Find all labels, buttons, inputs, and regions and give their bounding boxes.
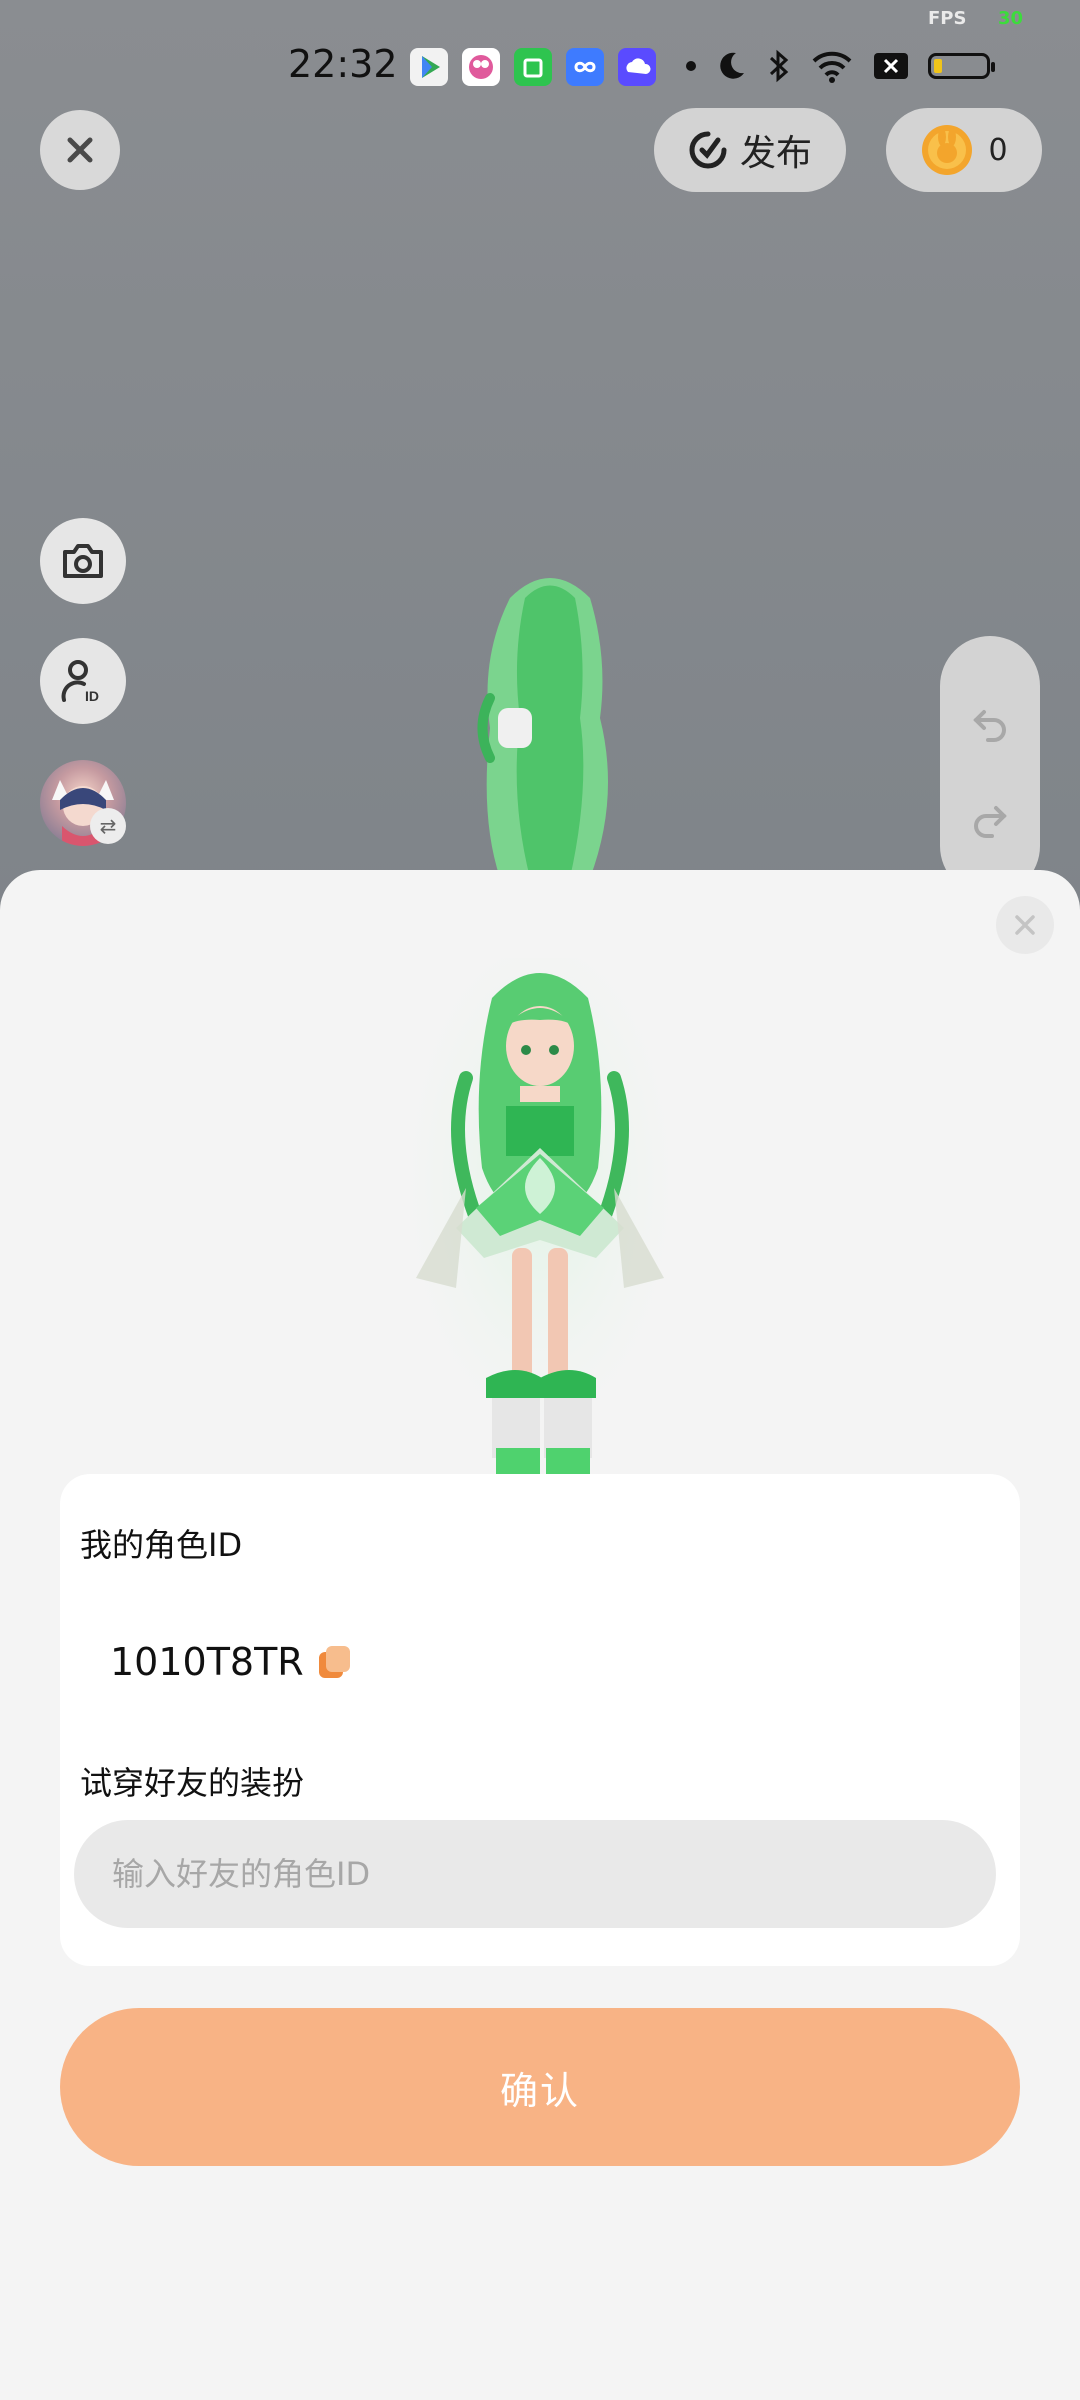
publish-label: 发布	[739, 133, 812, 174]
publish-button[interactable]: 发布	[654, 108, 846, 192]
redo-button[interactable]	[970, 798, 1010, 838]
close-button[interactable]	[40, 110, 120, 190]
undo-button[interactable]	[970, 702, 1010, 742]
dot-icon	[686, 61, 696, 71]
redo-icon	[974, 806, 1007, 838]
battery-icon	[928, 53, 995, 79]
my-character-id-row: 1010T8TR	[110, 1640, 354, 1684]
bluetooth-icon	[769, 49, 789, 83]
confirm-button[interactable]: 确认	[60, 2008, 1020, 2166]
fps-label: FPS	[928, 8, 967, 29]
user-id-icon: ID	[61, 660, 99, 704]
coin-icon	[922, 125, 973, 175]
scene-character	[477, 578, 608, 878]
svg-text:ID: ID	[85, 688, 99, 704]
publish-icon	[689, 131, 727, 169]
fps-value: 30	[998, 8, 1024, 29]
history-panel	[940, 636, 1040, 896]
copy-icon	[318, 1646, 350, 1678]
try-on-friend-outfit-label: 试穿好友的装扮	[80, 1764, 305, 1802]
notification-app-icon-4	[566, 48, 604, 86]
my-character-id-label: 我的角色ID	[80, 1526, 243, 1564]
undo-icon	[973, 710, 1006, 742]
wifi-icon	[812, 51, 852, 83]
sheet-close-button[interactable]	[996, 896, 1054, 954]
coin-count: 0	[988, 132, 1008, 168]
notification-app-icon-2	[462, 48, 500, 86]
coin-balance-button[interactable]: 0	[886, 108, 1042, 192]
friend-id-input[interactable]	[74, 1820, 996, 1928]
system-status-icons	[686, 46, 995, 86]
status-clock: 22:32	[288, 42, 398, 86]
status-bar: FPS 30 22:32	[0, 0, 1080, 110]
camera-icon	[63, 544, 103, 578]
character-preview	[400, 958, 680, 1478]
moon-icon	[720, 52, 744, 79]
notification-app-icon-1	[410, 48, 448, 86]
copy-button[interactable]	[316, 1643, 354, 1681]
no-sim-icon	[874, 53, 908, 79]
character-id-button[interactable]: ID	[40, 638, 126, 724]
close-icon	[67, 137, 93, 163]
close-icon	[1015, 915, 1035, 935]
my-character-id-value: 1010T8TR	[110, 1640, 304, 1684]
notification-app-icon-3	[514, 48, 552, 86]
swap-icon[interactable]: ⇄	[90, 808, 126, 844]
notification-app-icon-5	[618, 48, 656, 86]
camera-button[interactable]	[40, 518, 126, 604]
